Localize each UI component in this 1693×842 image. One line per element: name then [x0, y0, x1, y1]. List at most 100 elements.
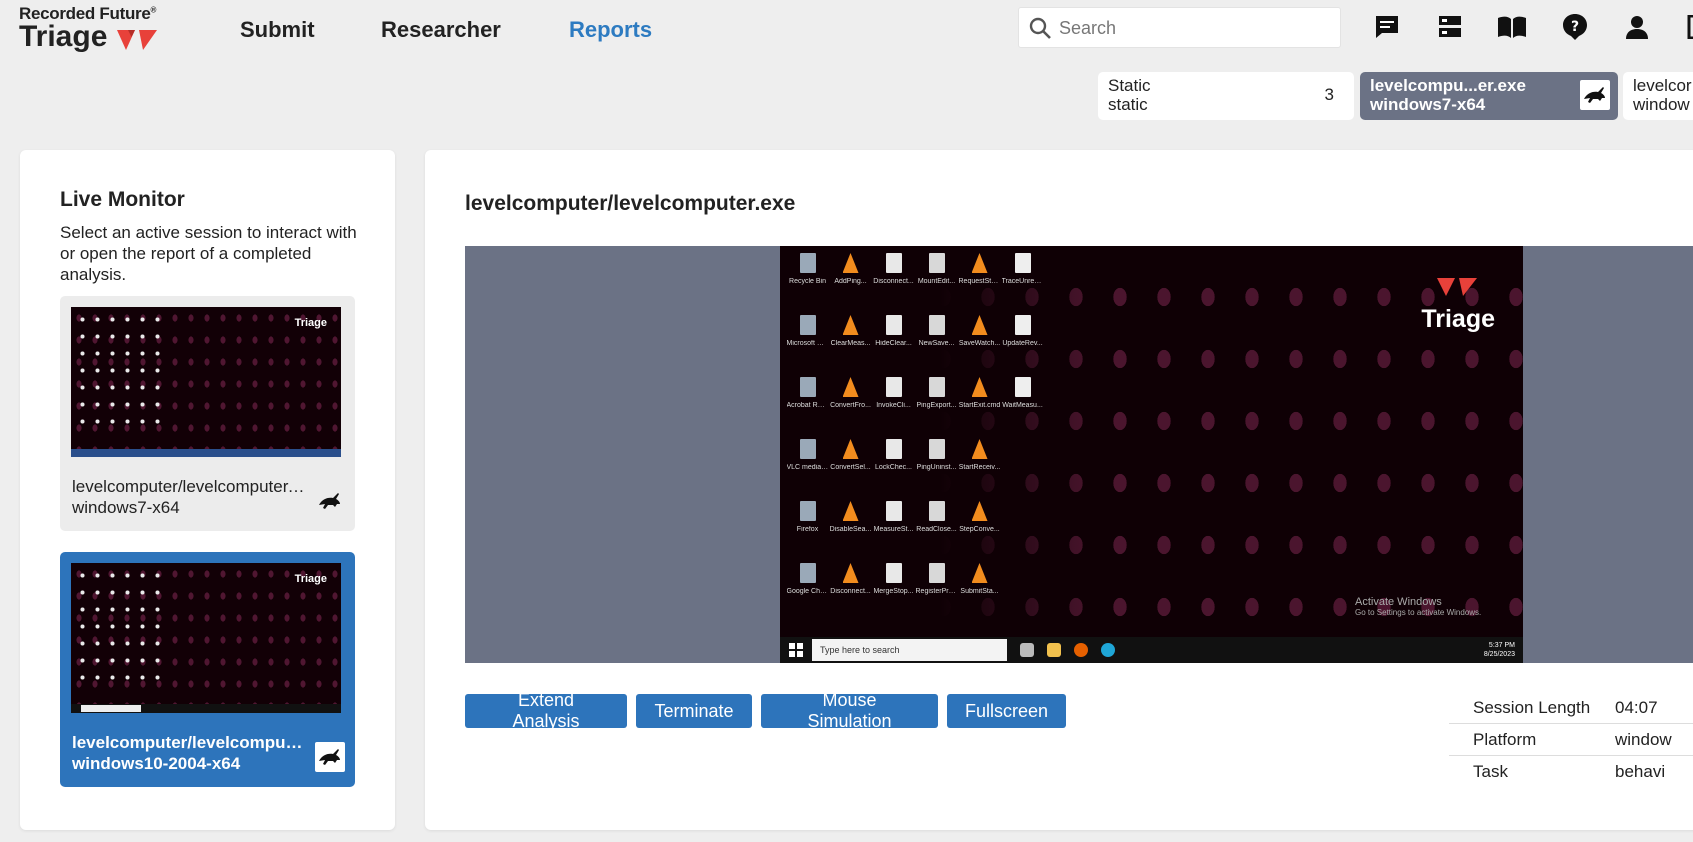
task-tab-static-count: 3 [1324, 85, 1334, 104]
desktop-icon[interactable]: Disconnect... [829, 560, 872, 622]
desktop-icon[interactable]: DisableSea... [829, 498, 872, 560]
desktop-file-icon [796, 436, 820, 462]
desktop-icon[interactable]: SubmitSta... [958, 560, 1001, 622]
desktop-icon[interactable]: PingExport... [915, 374, 958, 436]
desktop-icon-label: StepConve... [959, 526, 1000, 533]
desktop-icon[interactable]: ClearMeas... [829, 312, 872, 374]
desktop-icon[interactable]: MeasureSt... [872, 498, 915, 560]
desktop-icon[interactable]: InvokeCli... [872, 374, 915, 436]
session-platform: windows10-2004-x64 [72, 754, 241, 773]
desktop-icon-label: HideClear... [875, 340, 912, 347]
clock-time: 5:37 PM [1488, 642, 1515, 649]
desktop-icon-label: LockChec... [875, 464, 912, 471]
recorded-future-triage-logo[interactable]: Recorded Future® Triage [19, 4, 179, 58]
desktop-icon-label: Google Chrome [786, 588, 829, 595]
desktop-icon[interactable]: WaitMeasu... [1001, 374, 1044, 436]
desktop-icon[interactable]: LockChec... [872, 436, 915, 498]
session-card-active[interactable]: Triage levelcomputer/levelcomputer.exe w… [60, 552, 355, 787]
svg-text:?: ? [1571, 19, 1579, 35]
desktop-file-icon [1011, 312, 1035, 338]
desktop-file-icon [925, 560, 949, 586]
vm-desktop[interactable]: Recycle Bin AddPing... Disconnect... MountE… [780, 246, 1523, 663]
nav-researcher[interactable]: Researcher [381, 17, 501, 43]
search-input[interactable] [1059, 14, 1329, 42]
session-card[interactable]: Triage levelcomputer/levelcomputer.exe w… [60, 296, 355, 531]
desktop-icon[interactable]: SaveWatch... [958, 312, 1001, 374]
session-thumbnail: Triage [71, 563, 341, 713]
windows-start-icon[interactable] [788, 642, 804, 658]
desktop-icon[interactable]: ConvertSel... [829, 436, 872, 498]
extend-analysis-button[interactable]: Extend Analysis [465, 690, 627, 731]
user-icon[interactable] [1622, 12, 1652, 42]
desktop-icon[interactable]: Firefox [786, 498, 829, 560]
chat-icon[interactable] [1372, 12, 1402, 42]
desktop-icon[interactable]: RequestSto... [958, 250, 1001, 312]
desktop-icon-label: PingUninst... [916, 464, 957, 471]
nav-submit[interactable]: Submit [240, 17, 315, 43]
nav-reports[interactable]: Reports [569, 17, 652, 43]
desktop-file-icon [839, 374, 863, 400]
task-tab-next[interactable]: levelcor window [1623, 72, 1693, 120]
file-explorer-icon[interactable] [1047, 643, 1061, 657]
task-tab-windows7[interactable]: levelcompu...er.exe windows7-x64 [1360, 72, 1618, 120]
desktop-logo-text: Triage [1421, 305, 1495, 333]
desktop-icon[interactable]: Acrobat Reader DC [786, 374, 829, 436]
desktop-icon-label: UpdateRev... [1002, 340, 1043, 347]
terminate-button[interactable]: Terminate [636, 694, 752, 728]
desktop-icon[interactable]: PingUninst... [915, 436, 958, 498]
task-tab-windows7-subtitle: windows7-x64 [1370, 95, 1486, 114]
running-rabbit-icon [315, 486, 345, 516]
help-icon[interactable]: ? [1560, 12, 1590, 42]
edge-icon[interactable] [1101, 643, 1115, 657]
desktop-file-icon [882, 312, 906, 338]
desktop-icon-label: SubmitSta... [960, 588, 999, 595]
taskbar-search[interactable]: Type here to search [812, 639, 1007, 661]
desktop-icon[interactable]: StepConve... [958, 498, 1001, 560]
desktop-icon[interactable]: NewSave... [915, 312, 958, 374]
desktop-file-icon [882, 560, 906, 586]
desktop-file-icon [882, 250, 906, 276]
mouse-simulation-button[interactable]: Mouse Simulation [761, 690, 938, 731]
desktop-icon[interactable]: Disconnect... [872, 250, 915, 312]
logo-reg-mark: ® [150, 5, 157, 15]
desktop-icon[interactable]: Microsoft Edge [786, 312, 829, 374]
task-tab-windows7-title: levelcompu...er.exe [1370, 76, 1526, 95]
desktop-icon-label: MountEdit... [917, 278, 956, 285]
desktop-icon[interactable]: VLC media player [786, 436, 829, 498]
desktop-icon[interactable]: MountEdit... [915, 250, 958, 312]
desktop-file-icon [839, 436, 863, 462]
vm-screen-viewport[interactable]: Recycle Bin AddPing... Disconnect... MountE… [465, 246, 1693, 663]
desktop-icon[interactable]: UpdateRev... [1001, 312, 1044, 374]
desktop-file-icon [968, 498, 992, 524]
session-name: levelcomputer/levelcomputer.exe [72, 733, 307, 752]
desktop-icon-label: StartReceiv... [958, 464, 1001, 471]
desktop-icon[interactable]: StartExit.cmd [958, 374, 1001, 436]
desktop-icon[interactable]: RegisterPro... [915, 560, 958, 622]
desktop-icon-label: NewSave... [918, 340, 955, 347]
desktop-file-icon [968, 374, 992, 400]
desktop-icon[interactable]: AddPing... [829, 250, 872, 312]
session-platform: windows7-x64 [72, 498, 180, 517]
desktop-file-icon [925, 436, 949, 462]
desktop-icon[interactable]: ConvertFro... [829, 374, 872, 436]
task-tab-next-subtitle: window [1633, 95, 1690, 114]
firefox-icon[interactable] [1074, 643, 1088, 657]
logout-icon[interactable] [1680, 12, 1693, 42]
fullscreen-button[interactable]: Fullscreen [947, 694, 1066, 728]
server-icon[interactable] [1435, 12, 1465, 42]
desktop-icon[interactable]: StartReceiv... [958, 436, 1001, 498]
search-box[interactable] [1018, 7, 1341, 48]
desktop-file-icon [925, 312, 949, 338]
desktop-icon[interactable]: HideClear... [872, 312, 915, 374]
desktop-icon-label: RequestSto... [958, 278, 1001, 285]
desktop-icon[interactable]: Google Chrome [786, 560, 829, 622]
desktop-icon[interactable]: MergeStop... [872, 560, 915, 622]
desktop-icon [1001, 436, 1044, 498]
task-tab-static[interactable]: Static static 3 [1098, 72, 1354, 120]
task-tab-static-subtitle: static [1108, 95, 1148, 114]
desktop-icon[interactable]: TraceUnregi... [1001, 250, 1044, 312]
book-icon[interactable] [1497, 12, 1527, 42]
task-view-icon[interactable] [1020, 643, 1034, 657]
desktop-icon[interactable]: ReadClose... [915, 498, 958, 560]
desktop-icon[interactable]: Recycle Bin [786, 250, 829, 312]
